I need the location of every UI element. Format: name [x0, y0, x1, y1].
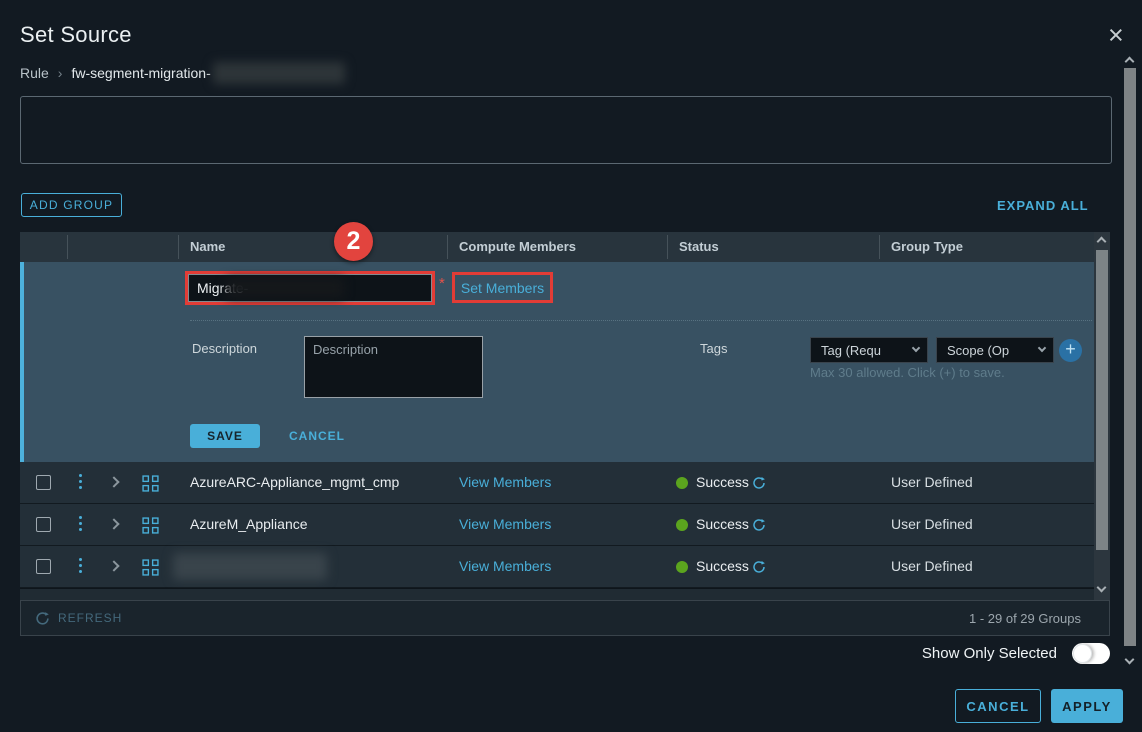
success-status-icon — [676, 519, 688, 531]
active-row-indicator — [20, 262, 24, 462]
row-checkbox[interactable] — [36, 559, 51, 574]
groups-table: Name Compute Members Status Group Type *… — [20, 232, 1110, 636]
table-rows: AzureARC-Appliance_mgmt_cmp View Members… — [20, 462, 1094, 588]
annotation-highlight-name — [185, 271, 435, 305]
group-type: User Defined — [891, 516, 973, 532]
selected-sources-box[interactable] — [20, 96, 1112, 164]
cancel-edit-link[interactable]: CANCEL — [289, 429, 345, 443]
view-members-link[interactable]: View Members — [459, 558, 551, 574]
refresh-button[interactable]: REFRESH — [35, 611, 122, 626]
group-name: AzureARC-Appliance_mgmt_cmp — [190, 474, 399, 490]
kebab-menu-icon[interactable] — [79, 558, 82, 573]
column-divider — [67, 235, 68, 259]
column-divider — [879, 235, 880, 259]
table-scrollbar[interactable] — [1094, 232, 1110, 600]
scope-dropdown[interactable]: Scope (Op — [936, 337, 1054, 363]
kebab-menu-icon[interactable] — [79, 474, 82, 489]
show-only-selected-label: Show Only Selected — [880, 645, 1057, 662]
group-grid-icon — [142, 475, 159, 492]
page-scrollbar[interactable] — [1122, 50, 1138, 672]
show-only-selected-toggle[interactable] — [1072, 643, 1110, 664]
status-text: Success — [696, 516, 749, 532]
redaction-blur — [226, 278, 344, 298]
add-group-button[interactable]: ADD GROUP — [21, 193, 122, 217]
column-header-status: Status — [679, 239, 719, 254]
breadcrumb-path: fw-segment-migration- — [71, 65, 210, 81]
scroll-up-icon[interactable] — [1125, 57, 1135, 67]
refresh-label: REFRESH — [58, 611, 122, 625]
tags-hint: Max 30 allowed. Click (+) to save. — [810, 365, 1005, 380]
table-row: View Members Success User Defined — [20, 546, 1094, 588]
column-header-group-type: Group Type — [891, 239, 963, 254]
status-text: Success — [696, 558, 749, 574]
view-members-link[interactable]: View Members — [459, 516, 551, 532]
group-grid-icon — [142, 559, 159, 576]
redaction-blur — [213, 62, 345, 84]
expand-chevron-icon[interactable] — [108, 560, 119, 571]
refresh-status-icon[interactable] — [752, 518, 766, 532]
tag-dropdown-value: Tag (Requ — [821, 343, 913, 358]
table-row: AzureARC-Appliance_mgmt_cmp View Members… — [20, 462, 1094, 504]
row-checkbox[interactable] — [36, 517, 51, 532]
scroll-up-icon[interactable] — [1097, 237, 1107, 247]
view-members-link[interactable]: View Members — [459, 474, 551, 490]
status-text: Success — [696, 474, 749, 490]
refresh-status-icon[interactable] — [752, 560, 766, 574]
column-divider — [178, 235, 179, 259]
group-type: User Defined — [891, 558, 973, 574]
toggle-knob — [1073, 644, 1092, 663]
tags-label: Tags — [700, 341, 727, 356]
row-count: 1 - 29 of 29 Groups — [969, 611, 1081, 626]
annotation-step-2-badge: 2 — [334, 222, 373, 261]
set-members-link[interactable]: Set Members — [461, 280, 544, 296]
add-tag-button[interactable]: + — [1059, 339, 1082, 362]
table-footer: REFRESH 1 - 29 of 29 Groups — [20, 600, 1110, 636]
row-checkbox[interactable] — [36, 475, 51, 490]
column-divider — [447, 235, 448, 259]
page-title: Set Source — [20, 22, 132, 48]
breadcrumb-chevron-icon: › — [58, 65, 63, 81]
group-name: AzureM_Appliance — [190, 516, 308, 532]
redaction-blur — [173, 553, 327, 580]
column-divider — [667, 235, 668, 259]
chevron-down-icon — [1038, 344, 1046, 352]
new-group-edit-panel: * Set Members 3 Description Tags Tag (Re… — [20, 262, 1094, 462]
group-grid-icon — [142, 517, 159, 534]
group-type: User Defined — [891, 474, 973, 490]
save-button[interactable]: SAVE — [190, 424, 260, 448]
apply-button[interactable]: APPLY — [1051, 689, 1123, 723]
column-header-compute-members: Compute Members — [459, 239, 576, 254]
close-icon[interactable]: × — [1108, 22, 1124, 49]
table-header: Name Compute Members Status Group Type — [20, 232, 1110, 262]
expand-chevron-icon[interactable] — [108, 476, 119, 487]
annotation-highlight-set-members: Set Members — [452, 272, 553, 303]
expand-all-link[interactable]: EXPAND ALL — [997, 198, 1089, 213]
required-marker: * — [439, 275, 445, 292]
success-status-icon — [676, 477, 688, 489]
kebab-menu-icon[interactable] — [79, 516, 82, 531]
set-source-dialog: Set Source × Rule › fw-segment-migration… — [0, 0, 1142, 732]
scope-dropdown-value: Scope (Op — [947, 343, 1039, 358]
success-status-icon — [676, 561, 688, 573]
table-bottom-strip — [20, 588, 1094, 600]
scroll-down-icon[interactable] — [1097, 583, 1107, 593]
refresh-icon — [35, 611, 50, 626]
tag-dropdown[interactable]: Tag (Requ — [810, 337, 928, 363]
expand-chevron-icon[interactable] — [108, 518, 119, 529]
column-header-name: Name — [190, 239, 225, 254]
breadcrumb-rule[interactable]: Rule — [20, 65, 49, 81]
refresh-status-icon[interactable] — [752, 476, 766, 490]
chevron-down-icon — [912, 344, 920, 352]
description-label: Description — [192, 341, 257, 356]
scrollbar-thumb[interactable] — [1124, 68, 1136, 646]
cancel-button[interactable]: CANCEL — [955, 689, 1041, 723]
divider — [190, 320, 1092, 321]
table-row: AzureM_Appliance View Members Success Us… — [20, 504, 1094, 546]
scroll-down-icon[interactable] — [1125, 655, 1135, 665]
scrollbar-thumb[interactable] — [1096, 250, 1108, 550]
breadcrumb: Rule › fw-segment-migration- — [20, 61, 345, 85]
description-textarea[interactable] — [304, 336, 483, 398]
